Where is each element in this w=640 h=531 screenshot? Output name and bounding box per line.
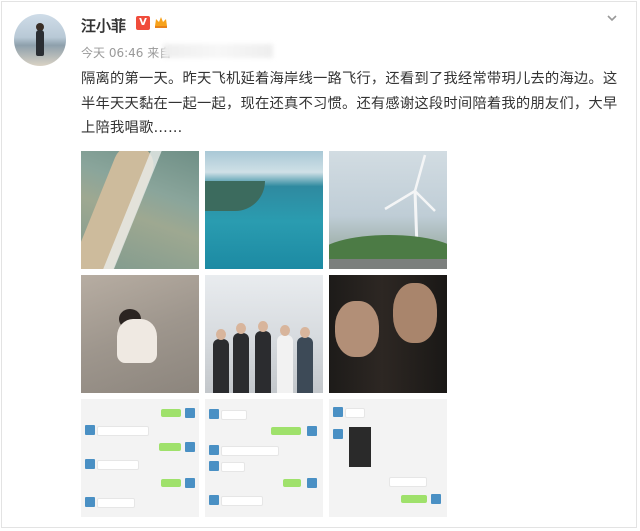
chat-avatar [209, 445, 219, 455]
person [297, 337, 313, 393]
chat-bubble-received [345, 408, 365, 418]
chat-bubble-received [97, 426, 149, 436]
chat-avatar [431, 494, 441, 504]
group-figures [211, 321, 317, 393]
chat-bubble-received [97, 498, 135, 508]
photo-child-on-beach[interactable] [81, 275, 199, 393]
person-head [258, 321, 268, 332]
road [329, 259, 447, 269]
photo-chat-screenshot-1[interactable] [81, 399, 199, 517]
chat-avatar [185, 408, 195, 418]
chat-avatar [209, 461, 219, 471]
chat-avatar [209, 409, 219, 419]
username[interactable]: 汪小菲 [81, 15, 126, 36]
chat-bubble-sent [401, 495, 427, 503]
chat-bubble-sent [161, 409, 181, 417]
photo-selfie-two-men[interactable] [329, 275, 447, 393]
avatar[interactable] [14, 14, 66, 66]
chat-avatar [185, 442, 195, 452]
chat-bubble-sent [159, 443, 181, 451]
chat-avatar [209, 495, 219, 505]
chat-bubble-sent [271, 427, 301, 435]
chat-bubble-received [97, 460, 139, 470]
chat-bubble-received [221, 410, 247, 420]
person-head [216, 329, 226, 340]
chat-bubble-received [221, 496, 263, 506]
crown-member-icon[interactable] [153, 14, 169, 30]
chat-bubble-received [389, 477, 427, 487]
photo-wind-turbine[interactable] [329, 151, 447, 269]
photo-chat-screenshot-2[interactable] [205, 399, 323, 517]
face [335, 301, 379, 357]
chat-avatar [307, 478, 317, 488]
photo-aerial-sea[interactable] [205, 151, 323, 269]
child-figure [117, 319, 157, 363]
photo-chat-screenshot-3[interactable] [329, 399, 447, 517]
chat-avatar [185, 478, 195, 488]
post-meta: 今天 06:46 来自 [81, 44, 171, 61]
face [393, 283, 437, 343]
post-time[interactable]: 今天 06:46 [81, 46, 143, 60]
person [213, 339, 229, 393]
chat-avatar [85, 459, 95, 469]
person [277, 335, 293, 393]
person-head [280, 325, 290, 336]
post-text: 隔离的第一天。昨天飞机延着海岸线一路飞行，还看到了我经常带玥儿去的海边。这半年天… [81, 71, 618, 136]
chat-avatar [85, 425, 95, 435]
chat-avatar [85, 497, 95, 507]
avatar-figure [36, 30, 44, 56]
chat-avatar [333, 429, 343, 439]
chat-bubble-received [221, 462, 245, 472]
photo-grid [81, 151, 447, 517]
person-head [300, 327, 310, 338]
chevron-down-icon[interactable] [606, 12, 618, 24]
chat-bubble-received [221, 446, 279, 456]
chat-bubble-sent [161, 479, 181, 487]
photo-aerial-coastline[interactable] [81, 151, 199, 269]
chat-bubble-sent [283, 479, 301, 487]
chat-avatar [307, 426, 317, 436]
photo-group-of-men[interactable] [205, 275, 323, 393]
chat-avatar [333, 407, 343, 417]
person [233, 333, 249, 393]
coast-land [205, 181, 265, 211]
verified-v-icon: V [136, 16, 150, 30]
blurred-source [163, 44, 273, 58]
person-head [236, 323, 246, 334]
person [255, 331, 271, 393]
chat-video-thumbnail [349, 427, 371, 467]
